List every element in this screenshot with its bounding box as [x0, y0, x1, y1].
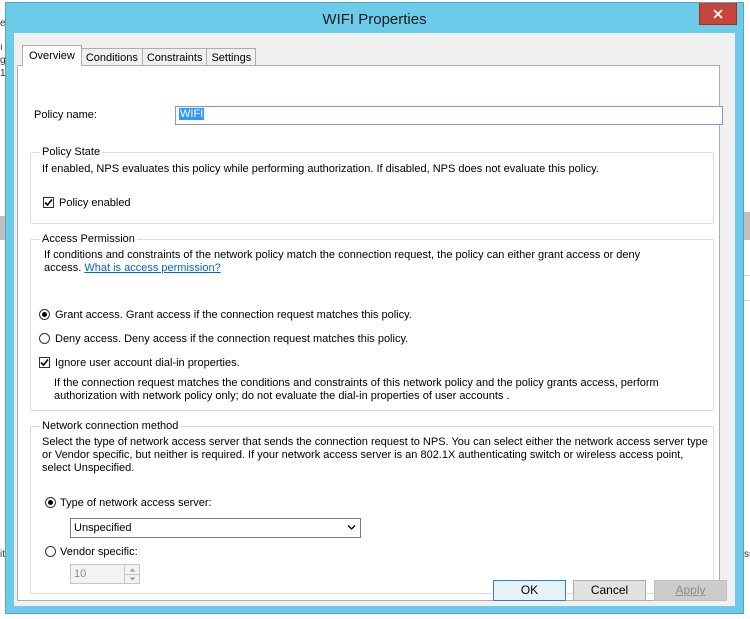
grant-access-radio[interactable]	[39, 309, 50, 320]
deny-access-radio[interactable]	[39, 333, 50, 344]
ignore-dial-in-checkbox[interactable]	[39, 357, 50, 368]
wifi-properties-dialog: WIFI Properties Overview Conditions Cons…	[5, 2, 744, 614]
access-permission-description-continued: access. What is access permission?	[44, 262, 221, 274]
overview-panel: Policy name: WIFI Policy State If enable…	[17, 65, 723, 601]
caret-down-icon	[129, 577, 135, 580]
tab-conditions[interactable]: Conditions	[80, 48, 143, 66]
checkmark-icon	[44, 198, 53, 207]
vendor-specific-value: 10	[74, 568, 87, 580]
tab-overview[interactable]: Overview	[22, 45, 82, 66]
close-icon	[713, 8, 723, 19]
background-divider	[744, 275, 750, 276]
caret-up-icon	[129, 568, 135, 571]
apply-button-label: Apply	[675, 583, 706, 597]
dialog-client-area: Overview Conditions Constraints Settings…	[14, 33, 735, 606]
apply-button[interactable]: Apply	[654, 580, 727, 601]
cancel-button[interactable]: Cancel	[573, 580, 646, 601]
policy-name-label: Policy name:	[34, 109, 97, 121]
policy-enabled-checkbox[interactable]	[43, 197, 54, 208]
policy-enabled-label[interactable]: Policy enabled	[59, 197, 131, 209]
stepper-buttons	[124, 565, 139, 583]
policy-name-input[interactable]: WIFI	[175, 106, 723, 125]
tab-strip: Overview Conditions Constraints Settings	[22, 44, 257, 66]
background-divider	[744, 300, 750, 301]
vendor-specific-radio[interactable]	[45, 546, 56, 557]
network-connection-description-continued: or Vendor specific, but neither is requi…	[42, 449, 684, 461]
ignore-dial-in-note: If the connection request matches the co…	[54, 377, 659, 389]
server-type-value: Unspecified	[74, 522, 132, 534]
ignore-dial-in-label[interactable]: Ignore user account dial-in properties.	[55, 357, 240, 369]
what-is-access-permission-link[interactable]: What is access permission?	[84, 262, 220, 274]
ignore-dial-in-note-continued: authorization with network policy only; …	[54, 390, 510, 402]
network-connection-description: Select the type of network access server…	[42, 436, 708, 448]
title-bar[interactable]: WIFI Properties	[6, 3, 743, 33]
stepper-down-button[interactable]	[125, 574, 139, 583]
background-text-fragment: ss	[744, 549, 750, 560]
type-of-server-label[interactable]: Type of network access server:	[60, 497, 212, 509]
deny-access-label[interactable]: Deny access. Deny access if the connecti…	[55, 333, 408, 345]
vendor-specific-label[interactable]: Vendor specific:	[60, 546, 138, 558]
chevron-down-icon	[347, 525, 356, 530]
policy-state-description: If enabled, NPS evaluates this policy wh…	[42, 163, 599, 175]
type-of-server-radio[interactable]	[45, 497, 56, 508]
ok-button[interactable]: OK	[493, 580, 566, 601]
close-button[interactable]	[699, 3, 737, 25]
server-type-dropdown[interactable]: Unspecified	[70, 518, 361, 538]
background-panel	[744, 212, 750, 240]
grant-access-label[interactable]: Grant access. Grant access if the connec…	[55, 309, 412, 321]
network-connection-description-end: select Unspecified.	[42, 462, 135, 474]
policy-state-title: Policy State	[40, 146, 103, 158]
checkmark-icon	[40, 358, 49, 367]
access-permission-description: If conditions and constraints of the net…	[44, 249, 641, 261]
window-title: WIFI Properties	[322, 11, 427, 28]
tab-constraints[interactable]: Constraints	[141, 48, 208, 66]
policy-name-value: WIFI	[179, 108, 205, 120]
access-permission-description-word: access.	[44, 262, 82, 274]
network-connection-title: Network connection method	[40, 420, 181, 432]
access-permission-title: Access Permission	[40, 233, 137, 245]
vendor-specific-stepper[interactable]: 10	[70, 564, 140, 584]
tab-settings[interactable]: Settings	[206, 48, 257, 66]
